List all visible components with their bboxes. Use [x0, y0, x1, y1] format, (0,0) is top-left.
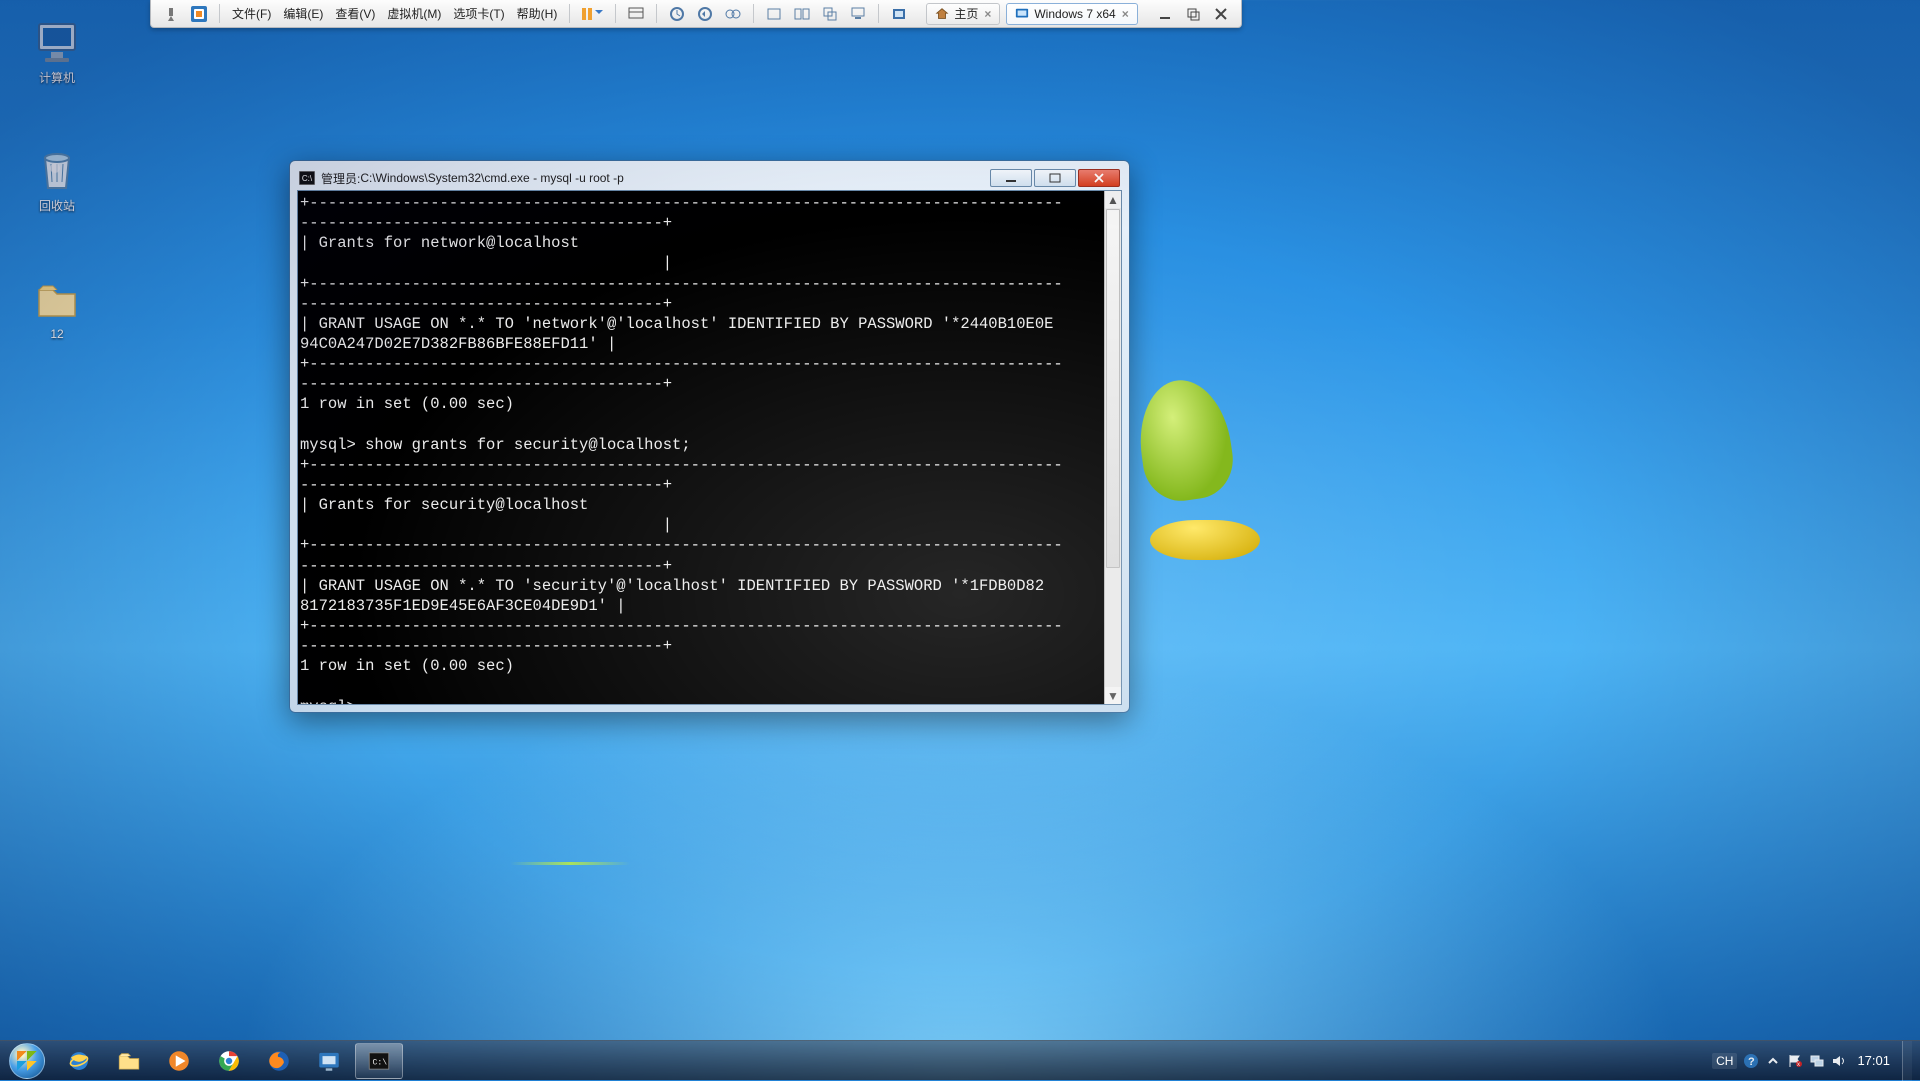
cmd-titlebar[interactable]: C:\ 管理员: C:\Windows\System32\cmd.exe - m… — [295, 166, 1124, 190]
scroll-up-icon[interactable]: ▲ — [1105, 191, 1121, 208]
home-icon — [935, 7, 949, 21]
window-minimize-button[interactable] — [990, 169, 1032, 187]
vm-fullscreen-icon[interactable] — [885, 0, 913, 27]
vmware-toolbar: 文件(F) 编辑(E) 查看(V) 虚拟机(M) 选项卡(T) 帮助(H) 主页… — [150, 0, 1242, 28]
menu-view[interactable]: 查看(V) — [329, 0, 381, 27]
vm-restore-icon[interactable] — [1179, 0, 1207, 27]
tray-flag-icon[interactable]: x — [1787, 1053, 1803, 1069]
desktop-icon-label: 12 — [18, 327, 96, 341]
tray-volume-icon[interactable] — [1831, 1053, 1847, 1069]
menu-tabs[interactable]: 选项卡(T) — [447, 0, 510, 27]
screen-icon — [1015, 7, 1029, 21]
folder-icon — [33, 276, 81, 324]
scroll-down-icon[interactable]: ▼ — [1105, 687, 1121, 704]
taskbar-explorer[interactable] — [105, 1043, 153, 1079]
cmd-scrollbar[interactable]: ▲ ▼ — [1104, 191, 1121, 704]
desktop-icon-computer[interactable]: 计算机 — [18, 18, 96, 86]
vm-menu: 文件(F) 编辑(E) 查看(V) 虚拟机(M) 选项卡(T) 帮助(H) — [220, 0, 569, 27]
vm-send-cad-icon[interactable] — [622, 0, 650, 27]
wallpaper-sprout-decor — [510, 835, 630, 875]
taskbar-chrome[interactable] — [205, 1043, 253, 1079]
tab-label: Windows 7 x64 — [1034, 7, 1115, 21]
wallpaper-plant-decor — [1140, 380, 1280, 560]
cmd-title-path: C:\Windows\System32\cmd.exe - mysql -u r… — [360, 171, 623, 185]
system-tray: CH ? x 17:01 — [1704, 1041, 1920, 1080]
tab-close-icon[interactable]: × — [984, 7, 991, 21]
vm-logo-icon[interactable] — [185, 0, 213, 27]
tray-language[interactable]: CH — [1712, 1053, 1737, 1069]
desktop-icon-label: 计算机 — [18, 69, 96, 86]
cmd-client-area: +---------------------------------------… — [297, 190, 1122, 705]
vm-view-unity-icon[interactable] — [816, 0, 844, 27]
vm-view-single-icon[interactable] — [760, 0, 788, 27]
vm-snapshot-take-icon[interactable] — [663, 0, 691, 27]
svg-text:?: ? — [1748, 1056, 1755, 1068]
vm-snapshot-manage-icon[interactable] — [719, 0, 747, 27]
taskbar: C:\ CH ? x 17:01 — [0, 1040, 1920, 1080]
cmd-output[interactable]: +---------------------------------------… — [298, 191, 1104, 704]
taskbar-vmware[interactable] — [305, 1043, 353, 1079]
svg-text:C:\: C:\ — [373, 1058, 388, 1067]
taskbar-cmd[interactable]: C:\ — [355, 1043, 403, 1079]
scroll-thumb[interactable] — [1106, 209, 1120, 568]
window-close-button[interactable] — [1078, 169, 1120, 187]
tab-label: 主页 — [954, 5, 978, 22]
computer-icon — [33, 18, 81, 66]
menu-vm[interactable]: 虚拟机(M) — [381, 0, 447, 27]
cmd-window[interactable]: C:\ 管理员: C:\Windows\System32\cmd.exe - m… — [289, 160, 1130, 713]
vm-minimize-icon[interactable] — [1151, 0, 1179, 27]
taskbar-mediaplayer[interactable] — [155, 1043, 203, 1079]
desktop-icon-recyclebin[interactable]: 回收站 — [18, 146, 96, 214]
taskbar-ie[interactable] — [55, 1043, 103, 1079]
tray-chevron-icon[interactable] — [1765, 1053, 1781, 1069]
svg-text:x: x — [1797, 1062, 1800, 1068]
menu-edit[interactable]: 编辑(E) — [277, 0, 329, 27]
start-button[interactable] — [0, 1041, 54, 1081]
tab-close-icon[interactable]: × — [1122, 7, 1129, 21]
vm-pin-icon[interactable] — [157, 0, 185, 27]
vm-view-multi-icon[interactable] — [788, 0, 816, 27]
desktop-icon-folder12[interactable]: 12 — [18, 276, 96, 341]
window-maximize-button[interactable] — [1034, 169, 1076, 187]
menu-help[interactable]: 帮助(H) — [511, 0, 564, 27]
tab-windows7[interactable]: Windows 7 x64 × — [1006, 3, 1137, 25]
tab-home[interactable]: 主页 × — [926, 3, 1000, 25]
cmd-icon: C:\ — [299, 171, 315, 185]
vm-snapshot-revert-icon[interactable] — [691, 0, 719, 27]
vm-view-console-icon[interactable] — [844, 0, 872, 27]
vm-suspend-button[interactable] — [576, 0, 609, 27]
desktop-icon-label: 回收站 — [18, 197, 96, 214]
menu-file[interactable]: 文件(F) — [226, 0, 277, 27]
taskbar-firefox[interactable] — [255, 1043, 303, 1079]
windows-logo-icon — [9, 1043, 45, 1079]
tray-help-icon[interactable]: ? — [1743, 1053, 1759, 1069]
tray-clock[interactable]: 17:01 — [1857, 1053, 1890, 1068]
recyclebin-icon — [33, 146, 81, 194]
tray-network-icon[interactable] — [1809, 1053, 1825, 1069]
cmd-title-prefix: 管理员: — [321, 170, 360, 187]
vm-close-icon[interactable] — [1207, 0, 1235, 27]
show-desktop-button[interactable] — [1902, 1041, 1912, 1081]
